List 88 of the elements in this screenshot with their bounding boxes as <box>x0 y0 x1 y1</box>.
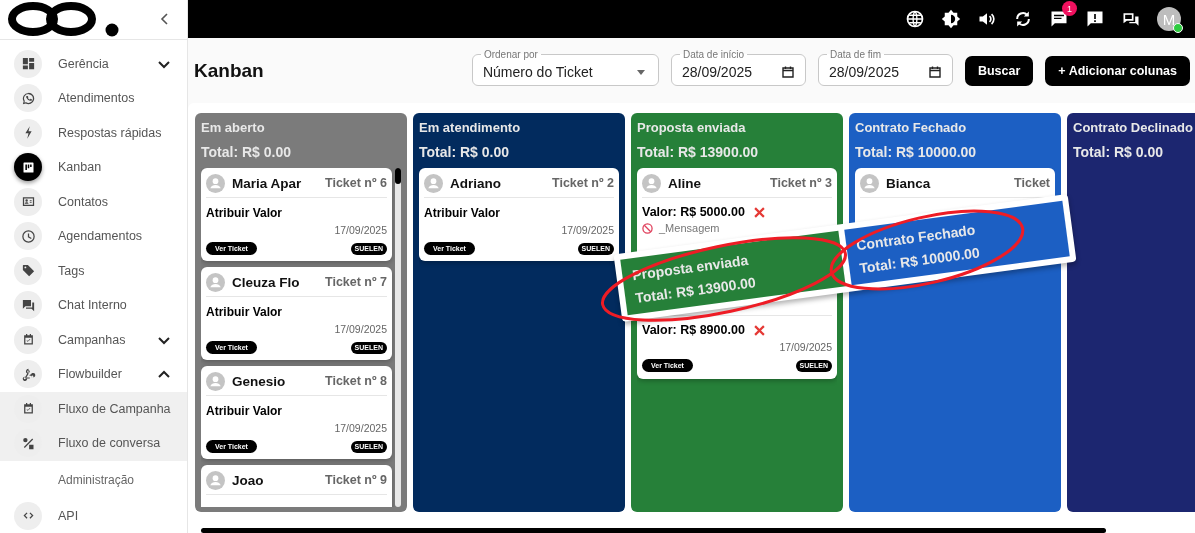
sidebar-item[interactable]: Atendimentos <box>0 81 187 116</box>
message-text: _Mensagem <box>659 222 720 234</box>
avatar-icon <box>206 470 225 490</box>
column-title: Contrato Fechado <box>855 120 968 135</box>
avatar-icon <box>860 173 879 193</box>
column-total: Total: R$ 0.00 <box>1073 144 1164 160</box>
avatar-icon <box>206 173 225 193</box>
collapse-icon[interactable] <box>159 12 169 27</box>
feedback-icon[interactable] <box>1085 9 1105 29</box>
brightness-icon[interactable] <box>941 9 961 29</box>
assign-value-link[interactable]: Atribuir Valor <box>206 404 387 418</box>
page-title: Kanban <box>194 59 265 82</box>
ticket-number: Ticket nº 7 <box>325 275 387 289</box>
column-total: Total: R$ 10000.00 <box>855 144 978 160</box>
contact-name: Bianca <box>886 175 932 191</box>
column-total: Total: R$ 0.00 <box>419 144 510 160</box>
date-field[interactable]: Data de início 28/09/2025 <box>670 48 806 86</box>
column-title: Proposta enviada <box>637 120 747 135</box>
webhook-icon <box>20 366 36 382</box>
ticket-number: Ticket <box>1014 176 1050 190</box>
field-label: Data de fim <box>828 48 883 61</box>
sidebar-item[interactable]: Tags <box>0 253 187 288</box>
value-text: Valor: R$ 5000.00 <box>642 205 745 219</box>
shapes-icon <box>20 435 36 451</box>
notification-badge: 1 <box>1062 1 1077 16</box>
ticket-number: Ticket nº 6 <box>325 176 387 190</box>
chat-icon[interactable] <box>1049 9 1069 29</box>
column-title: Em atendimento <box>419 120 522 135</box>
date-text: 17/09/2025 <box>779 341 832 353</box>
contact-name: Maria Apar <box>232 175 303 191</box>
column-title: Em aberto <box>201 120 266 135</box>
field-label: Data de início <box>681 48 746 61</box>
date-text: 17/09/2025 <box>334 323 387 335</box>
avatar-icon <box>642 173 661 193</box>
date-text: 17/09/2025 <box>561 224 614 236</box>
column-title: Contrato Declinado <box>1073 120 1194 135</box>
sync-icon[interactable] <box>1013 9 1033 29</box>
dashboard-icon <box>20 56 36 72</box>
sidebar-item[interactable]: Contatos <box>0 184 187 219</box>
date-text: 17/09/2025 <box>334 224 387 236</box>
horizontal-scrollbar[interactable] <box>201 528 1106 533</box>
contact-name: Joao <box>232 472 265 488</box>
chat-icon <box>20 297 36 313</box>
sidebar-item[interactable]: Campanhas <box>0 322 187 357</box>
date-field[interactable]: Data de fim 28/09/2025 <box>817 48 953 86</box>
ticket-number: Ticket nº 3 <box>770 176 832 190</box>
contact-name: Genesio <box>232 373 287 389</box>
sidebar-item[interactable]: Fluxo de conversa <box>0 426 187 461</box>
contact-name: Aline <box>668 175 702 191</box>
sidebar-item[interactable]: Gerência <box>0 46 187 81</box>
clock-icon <box>20 228 36 244</box>
avatar-icon <box>206 371 225 391</box>
blocked-icon <box>642 222 653 234</box>
sidebar-item[interactable]: Fluxo de Campanha <box>0 391 187 426</box>
whatsapp-icon <box>20 90 36 106</box>
sidebar-item[interactable]: Flowbuilder <box>0 357 187 392</box>
avatar-icon <box>424 173 443 193</box>
sort-select[interactable]: Ordenar por Número do Ticket <box>471 48 659 86</box>
ticket-number: Ticket nº 8 <box>325 374 387 388</box>
column-total: Total: R$ 13900.00 <box>637 144 760 160</box>
sidebar-item[interactable]: API <box>0 498 187 533</box>
contact-name: Adriano <box>450 175 502 191</box>
value-text: Valor: R$ 8900.00 <box>642 323 745 337</box>
close-icon[interactable] <box>753 324 765 336</box>
assign-value-link[interactable]: Atribuir Valor <box>206 305 387 319</box>
sidebar-item[interactable]: Agendamentos <box>0 219 187 254</box>
sidebar-item[interactable]: Chat Interno <box>0 288 187 323</box>
contact-name: Cleuza Flo <box>232 274 301 290</box>
globe-icon[interactable] <box>905 9 925 29</box>
assign-value-link[interactable]: Atribuir Valor <box>206 206 387 220</box>
ticket-number: Ticket nº 2 <box>552 176 614 190</box>
field-label: Ordenar por <box>482 48 539 61</box>
section-header: Administração <box>58 472 135 487</box>
ticket-number: Ticket nº 9 <box>325 473 387 487</box>
assign-value-link[interactable]: Atribuir Valor <box>424 206 614 220</box>
tag-icon <box>20 263 36 279</box>
date-text: 17/09/2025 <box>334 422 387 434</box>
ticket-card[interactable]: Joao Ticket nº 9 <box>201 465 392 507</box>
scrollbar[interactable] <box>395 168 401 507</box>
sidebar-item[interactable]: Respostas rápidas <box>0 115 187 150</box>
close-icon[interactable] <box>753 206 765 218</box>
add-columns-button[interactable]: + Adicionar colunas <box>1045 55 1190 86</box>
calendar-icon[interactable] <box>927 64 942 79</box>
calendar-icon[interactable] <box>780 64 795 79</box>
search-button[interactable]: Buscar <box>964 55 1034 86</box>
sidebar-item[interactable]: Kanban <box>0 150 187 185</box>
column-total: Total: R$ 0.00 <box>201 144 292 160</box>
avatar-icon <box>206 272 225 292</box>
